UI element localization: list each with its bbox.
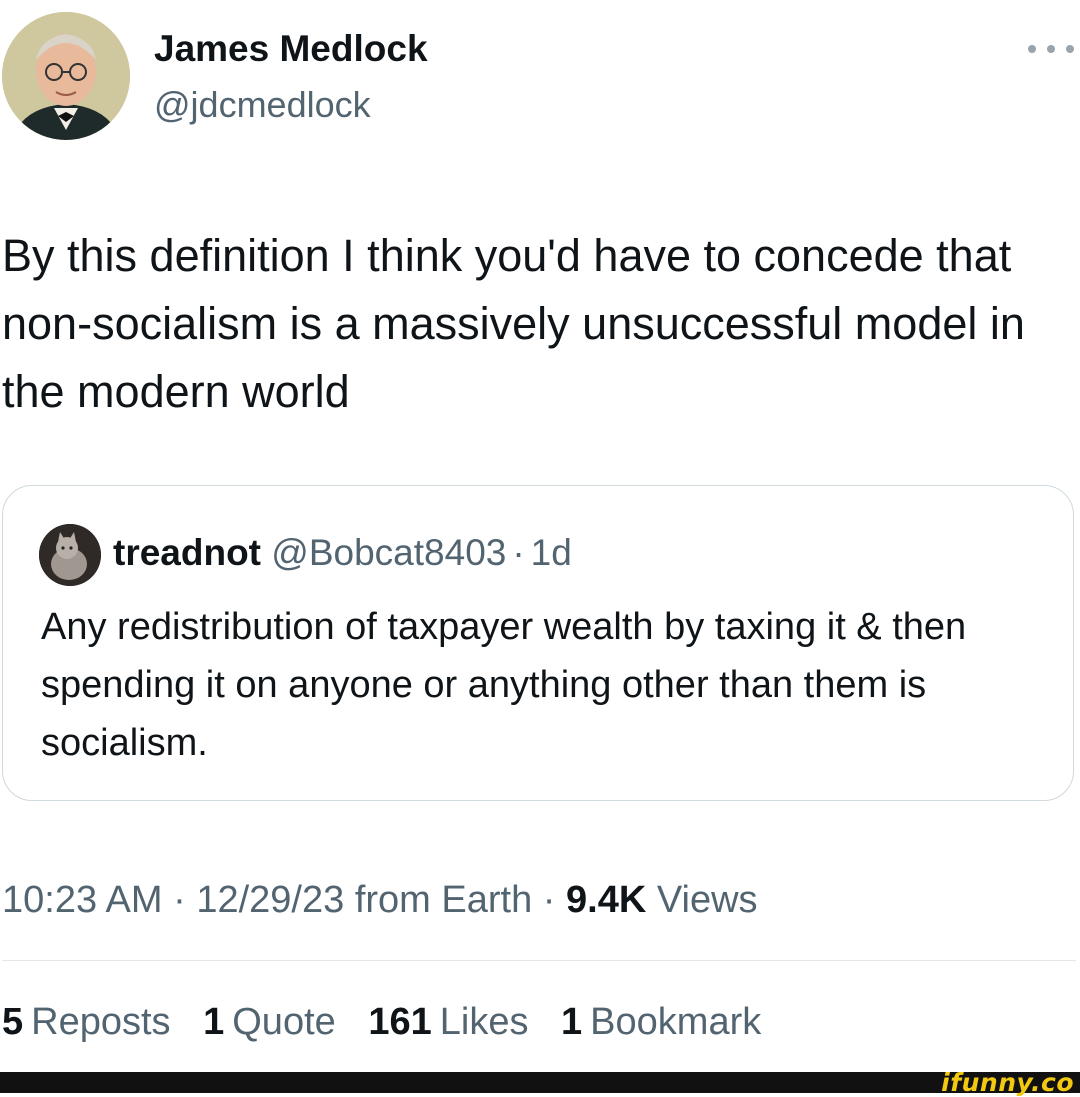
quoted-avatar[interactable] xyxy=(39,524,101,586)
tweet-text: By this definition I think you'd have to… xyxy=(2,230,1025,417)
tweet-meta: 10:23 AM · 12/29/23 from Earth · 9.4K Vi… xyxy=(2,872,758,928)
author-avatar[interactable] xyxy=(2,12,130,140)
quoted-tweet-card[interactable]: treadnot @Bobcat8403 · 1d Any redistributi… xyxy=(2,485,1074,801)
footer-bar: ifunny.co xyxy=(0,1068,1080,1097)
quotes-stat[interactable]: 1 Quote xyxy=(203,994,336,1050)
author-portrait-icon xyxy=(2,12,130,140)
views-count: 9.4K xyxy=(566,879,647,921)
reposts-stat[interactable]: 5 Reposts xyxy=(2,994,171,1050)
quoted-header: treadnot @Bobcat8403 · 1d xyxy=(113,530,572,576)
quoted-time[interactable]: 1d xyxy=(531,532,572,573)
reposts-count: 5 xyxy=(2,1001,24,1043)
likes-label: Likes xyxy=(439,1001,529,1043)
tweet-time[interactable]: 10:23 AM xyxy=(2,879,163,921)
quotes-count: 1 xyxy=(203,1001,225,1043)
more-dot xyxy=(1047,45,1055,53)
tweet-date[interactable]: 12/29/23 xyxy=(196,879,344,921)
likes-stat[interactable]: 161 Likes xyxy=(368,994,528,1050)
quoted-name[interactable]: treadnot xyxy=(113,532,261,573)
quotes-label: Quote xyxy=(232,1001,336,1043)
tweet-source: from Earth xyxy=(354,879,533,921)
more-dot xyxy=(1028,45,1036,53)
more-options-icon[interactable] xyxy=(1028,38,1074,60)
quoted-text: Any redistribution of taxpayer wealth by… xyxy=(41,606,967,764)
likes-count: 161 xyxy=(368,1001,432,1043)
reposts-label: Reposts xyxy=(31,1001,171,1043)
meta-separator: · xyxy=(173,879,186,921)
divider xyxy=(2,960,1076,961)
quoted-separator: · xyxy=(512,532,525,573)
more-dot xyxy=(1066,45,1074,53)
author-name[interactable]: James Medlock xyxy=(154,28,428,70)
bookmarks-stat[interactable]: 1 Bookmark xyxy=(561,994,761,1050)
cat-avatar-icon xyxy=(39,524,101,586)
meta-separator: · xyxy=(542,879,556,921)
bookmarks-label: Bookmark xyxy=(590,1001,762,1043)
bookmarks-count: 1 xyxy=(561,1001,583,1043)
author-handle[interactable]: @jdcmedlock xyxy=(154,84,371,126)
engagement-stats: 5 Reposts 1 Quote 161 Likes 1 Bookmark xyxy=(2,994,783,1050)
views-label: Views xyxy=(656,879,758,921)
quoted-handle[interactable]: @Bobcat8403 xyxy=(271,532,506,573)
